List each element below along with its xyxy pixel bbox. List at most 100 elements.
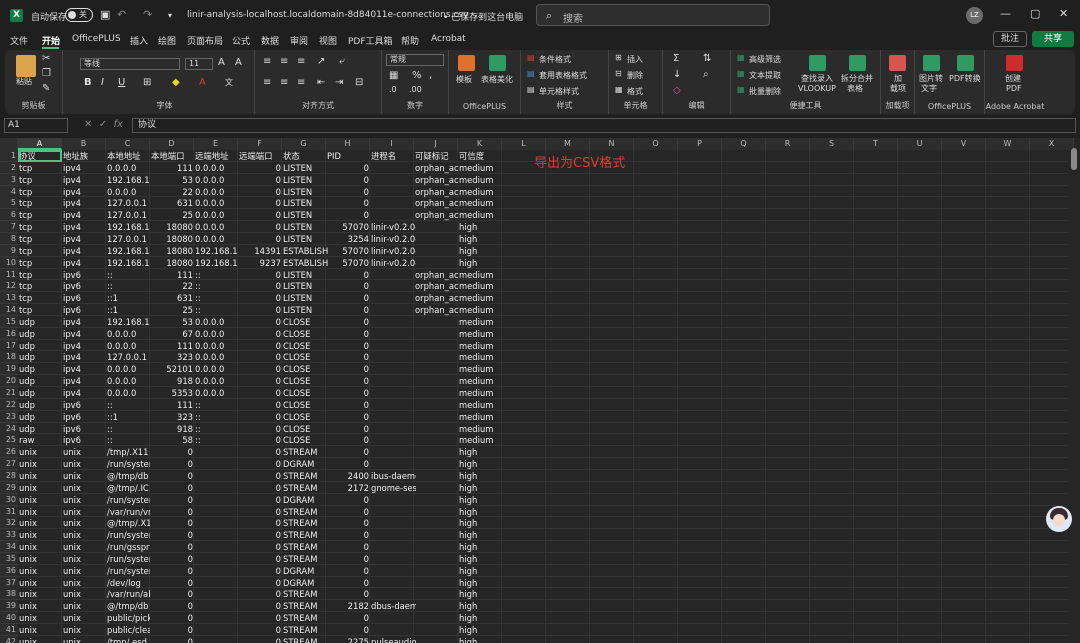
cell-a12[interactable]: tcp [18, 280, 62, 292]
align-bottom-icon[interactable]: ≡ [297, 56, 305, 67]
cell-e24[interactable]: :: [194, 423, 238, 435]
cell-e8[interactable]: 0.0.0.0 [194, 233, 238, 245]
vlookup-line1[interactable]: 查找录入 [801, 74, 833, 84]
align-left-icon[interactable]: ≡ [263, 77, 271, 88]
row-header[interactable]: 26 [0, 446, 18, 459]
row-header[interactable]: 25 [0, 434, 18, 447]
advanced-filter-button[interactable]: 高级筛选 [749, 54, 781, 65]
cell-g6[interactable]: LISTEN [282, 209, 328, 221]
align-center-icon[interactable]: ≡ [280, 77, 288, 88]
font-size-select[interactable]: 11 [185, 58, 213, 70]
cell-e22[interactable]: :: [194, 399, 238, 411]
column-header-t[interactable]: T [854, 138, 898, 150]
cell-f36[interactable]: 0 [238, 565, 282, 577]
cell-h32[interactable]: 0 [326, 517, 370, 529]
cell-b18[interactable]: ipv4 [62, 351, 106, 363]
row-header[interactable]: 6 [0, 209, 18, 222]
cell-c2[interactable]: 0.0.0.0 [106, 162, 150, 174]
cell-h35[interactable]: 0 [326, 553, 370, 565]
cell-k31[interactable]: high [458, 506, 502, 518]
cell-d21[interactable]: 5353 [150, 387, 194, 399]
cell-h5[interactable]: 0 [326, 197, 370, 209]
comments-button[interactable]: 批注 [993, 31, 1027, 47]
cell-d26[interactable]: 0 [150, 446, 194, 458]
cell-h39[interactable]: 2182 [326, 600, 370, 612]
cell-b20[interactable]: ipv4 [62, 375, 106, 387]
cell-d40[interactable]: 0 [150, 612, 194, 624]
cell-g14[interactable]: LISTEN [282, 304, 328, 316]
cell-k28[interactable]: high [458, 470, 502, 482]
cell-g29[interactable]: STREAM [282, 482, 328, 494]
cell-c8[interactable]: 127.0.0.1 [106, 233, 150, 245]
cell-b4[interactable]: ipv4 [62, 186, 106, 198]
cell-h7[interactable]: 57070 [326, 221, 370, 233]
save-icon[interactable]: ▣ [100, 8, 110, 21]
cell-g36[interactable]: DGRAM [282, 565, 328, 577]
cell-i28[interactable]: ibus-daemon [370, 470, 416, 482]
avatar[interactable]: LZ [966, 7, 983, 24]
addins-line2[interactable]: 载项 [890, 84, 906, 94]
cell-g28[interactable]: STREAM [282, 470, 328, 482]
cell-i7[interactable]: linir-v0.2.0-li [370, 221, 416, 233]
split-merge-line2[interactable]: 表格 [847, 84, 863, 94]
cell-d10[interactable]: 18080 [150, 257, 194, 269]
cell-b6[interactable]: ipv4 [62, 209, 106, 221]
pdf-convert-button[interactable]: PDF转换 [949, 74, 981, 84]
cell-g16[interactable]: CLOSE [282, 328, 328, 340]
cell-h8[interactable]: 3254 [326, 233, 370, 245]
row-header[interactable]: 9 [0, 244, 18, 257]
cell-g10[interactable]: ESTABLISH [282, 257, 328, 269]
cell-b15[interactable]: ipv4 [62, 316, 106, 328]
column-header-a[interactable]: A [18, 138, 62, 150]
cell-k5[interactable]: medium [458, 197, 502, 209]
cell-f30[interactable]: 0 [238, 494, 282, 506]
cell-f3[interactable]: 0 [238, 174, 282, 186]
cell-k8[interactable]: high [458, 233, 502, 245]
cell-b19[interactable]: ipv4 [62, 363, 106, 375]
cell-g39[interactable]: STREAM [282, 600, 328, 612]
cell-b12[interactable]: ipv6 [62, 280, 106, 292]
cell-k12[interactable]: medium [458, 280, 502, 292]
cell-g19[interactable]: CLOSE [282, 363, 328, 375]
cell-g30[interactable]: DGRAM [282, 494, 328, 506]
cut-icon[interactable]: ✂ [42, 53, 50, 64]
cell-h20[interactable]: 0 [326, 375, 370, 387]
cell-f40[interactable]: 0 [238, 612, 282, 624]
cell-k36[interactable]: high [458, 565, 502, 577]
cell-g38[interactable]: STREAM [282, 588, 328, 600]
column-header-u[interactable]: U [898, 138, 942, 150]
cell-k42[interactable]: high [458, 636, 502, 643]
cell-g8[interactable]: LISTEN [282, 233, 328, 245]
split-merge-icon[interactable] [849, 55, 866, 71]
cell-k35[interactable]: high [458, 553, 502, 565]
cell-c19[interactable]: 0.0.0.0 [106, 363, 150, 375]
clear-icon[interactable]: ◇ [673, 85, 681, 96]
column-header-g[interactable]: G [282, 138, 326, 150]
cell-d24[interactable]: 918 [150, 423, 194, 435]
cell-d16[interactable]: 67 [150, 328, 194, 340]
cell-d7[interactable]: 18080 [150, 221, 194, 233]
save-status[interactable]: • 已保存到这台电脑 [443, 10, 523, 23]
cell-j14[interactable]: orphan_ac [414, 304, 460, 316]
cell-f4[interactable]: 0 [238, 186, 282, 198]
cell-a38[interactable]: unix [18, 588, 62, 600]
cell-h34[interactable]: 0 [326, 541, 370, 553]
cell-c4[interactable]: 0.0.0.0 [106, 186, 150, 198]
conditional-format-button[interactable]: 条件格式 [539, 54, 571, 65]
cell-f20[interactable]: 0 [238, 375, 282, 387]
cell-e5[interactable]: 0.0.0.0 [194, 197, 238, 209]
cell-c30[interactable]: /run/syster [106, 494, 150, 506]
cell-h9[interactable]: 57070 [326, 245, 370, 257]
cell-g24[interactable]: CLOSE [282, 423, 328, 435]
cell-k33[interactable]: high [458, 529, 502, 541]
cell-d33[interactable]: 0 [150, 529, 194, 541]
cell-b5[interactable]: ipv4 [62, 197, 106, 209]
cell-j4[interactable]: orphan_ac [414, 186, 460, 198]
column-header-l[interactable]: L [502, 138, 546, 150]
cell-g4[interactable]: LISTEN [282, 186, 328, 198]
autosum-icon[interactable]: Σ [673, 53, 679, 64]
cell-c3[interactable]: 192.168.12 [106, 174, 150, 186]
cell-f15[interactable]: 0 [238, 316, 282, 328]
cell-a5[interactable]: tcp [18, 197, 62, 209]
column-header-p[interactable]: P [678, 138, 722, 150]
